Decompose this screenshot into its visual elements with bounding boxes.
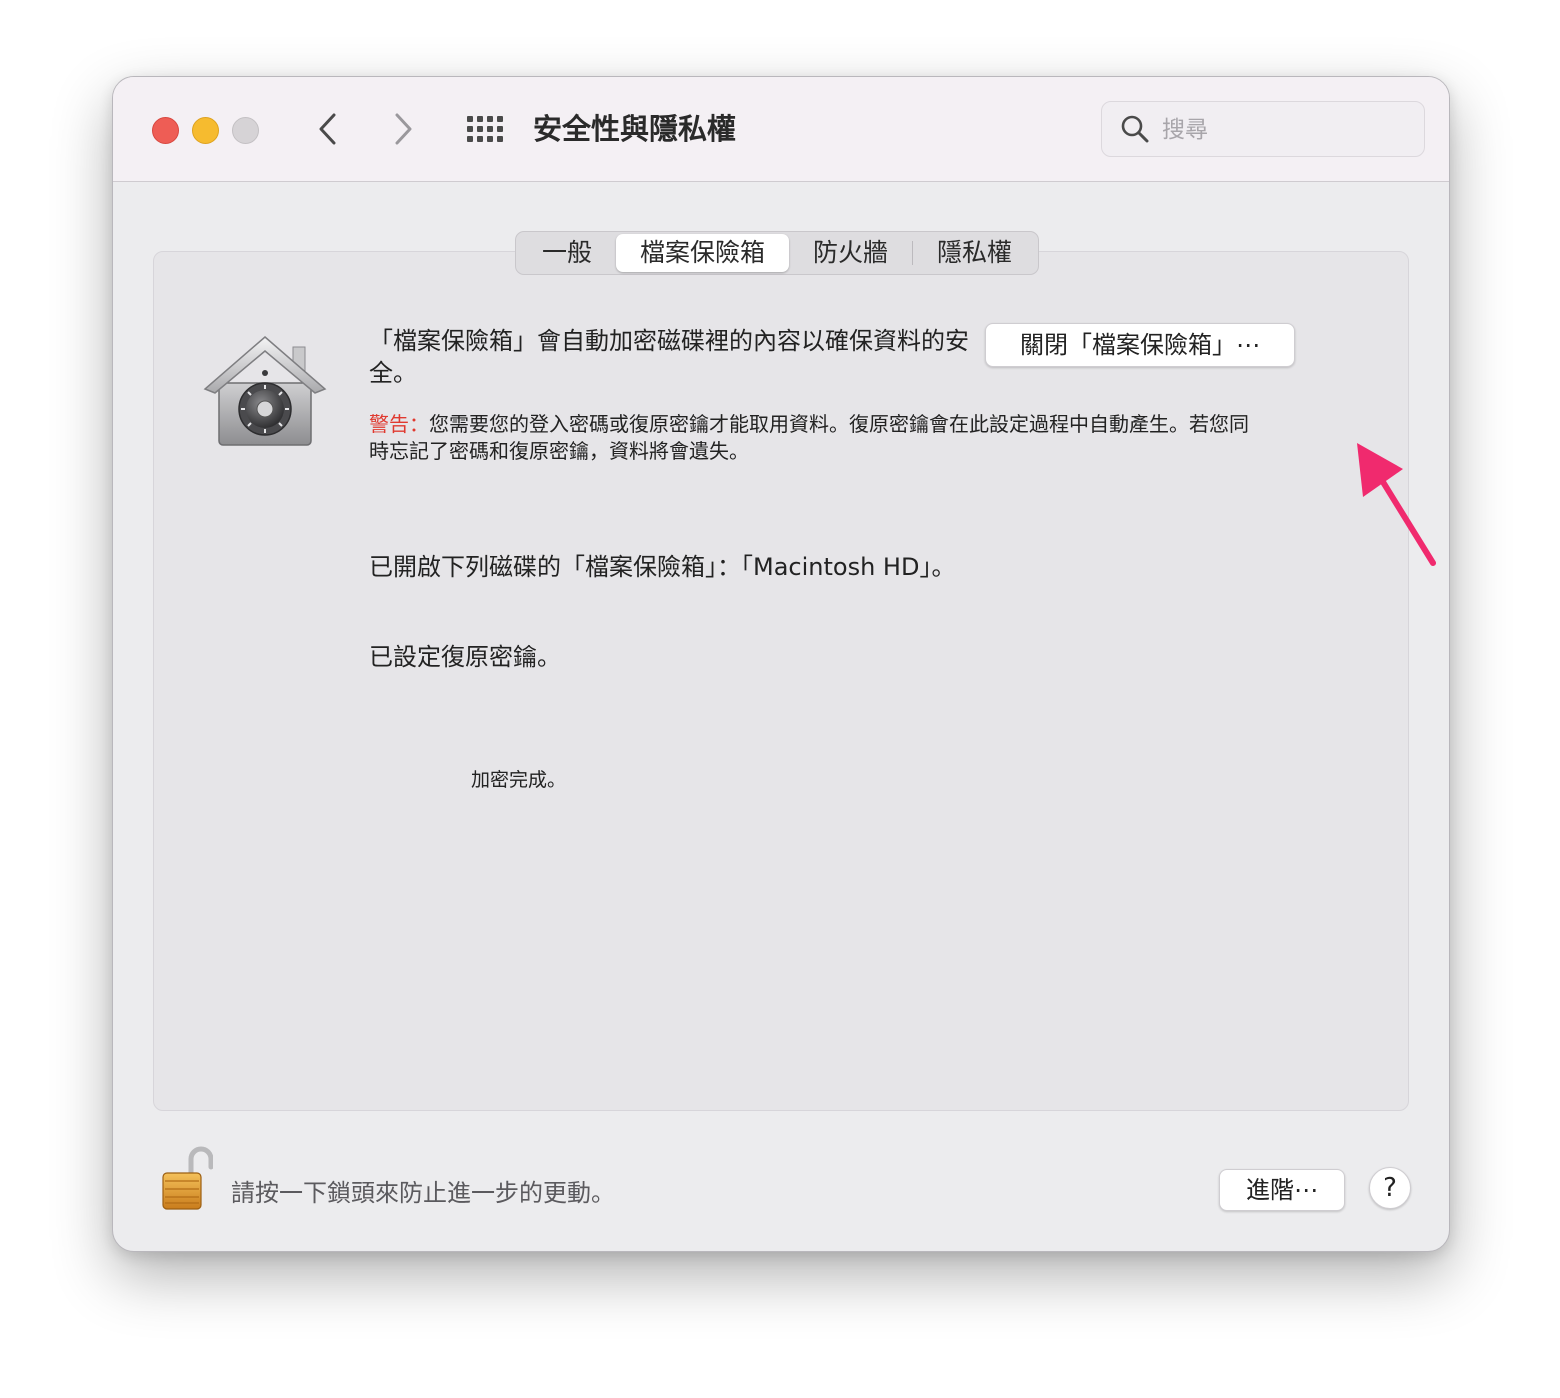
turn-off-filevault-button[interactable]: 關閉「檔案保險箱」⋯ [985,323,1295,367]
lock-instruction: 請按一下鎖頭來防止進一步的更動。 [231,1179,615,1207]
help-button[interactable]: ? [1369,1167,1411,1209]
search-icon [1121,115,1149,143]
close-window-button[interactable] [152,117,179,144]
tab-bar: 一般 檔案保險箱 防火牆 隱私權 [515,231,1040,275]
preferences-window: 安全性與隱私權 一般 檔案保險箱 防火牆 隱私權 [112,76,1450,1252]
tab-filevault[interactable]: 檔案保險箱 [616,234,790,272]
search-input[interactable] [1160,110,1414,150]
forward-button[interactable] [388,111,418,147]
chevron-left-icon [319,113,336,145]
warning-text: 您需要您的登入密碼或復原密鑰才能取用資料。復原密鑰會在此設定過程中自動產生。若您… [369,412,1249,463]
back-button[interactable] [313,111,343,147]
window-title: 安全性與隱私權 [533,112,737,146]
tab-firewall[interactable]: 防火牆 [789,234,912,272]
grid-icon [467,116,503,142]
chevron-right-icon [395,113,412,145]
advanced-button[interactable]: 進階⋯ [1219,1169,1345,1211]
encryption-status: 加密完成。 [471,769,567,791]
search-field[interactable] [1101,101,1425,157]
tab-general[interactable]: 一般 [518,234,616,272]
unlocked-padlock-icon[interactable] [161,1145,213,1211]
tab-privacy[interactable]: 隱私權 [913,234,1036,272]
annotation-arrow-icon [1357,443,1436,566]
filevault-house-icon [203,336,327,446]
warning-label: 警告： [369,412,429,436]
show-all-button[interactable] [465,114,505,144]
filevault-description: 「檔案保險箱」會自動加密磁碟裡的內容以確保資料的安全。 [369,327,969,387]
filevault-enabled-status: 已開啟下列磁碟的「檔案保險箱」：「Macintosh HD」。 [369,553,956,581]
minimize-window-button[interactable] [192,117,219,144]
recovery-key-status: 已設定復原密鑰。 [369,643,561,671]
title-bar: 安全性與隱私權 [113,77,1449,182]
zoom-window-button[interactable] [232,117,259,144]
warning-message: 警告：您需要您的登入密碼或復原密鑰才能取用資料。復原密鑰會在此設定過程中自動產生… [369,411,1259,465]
